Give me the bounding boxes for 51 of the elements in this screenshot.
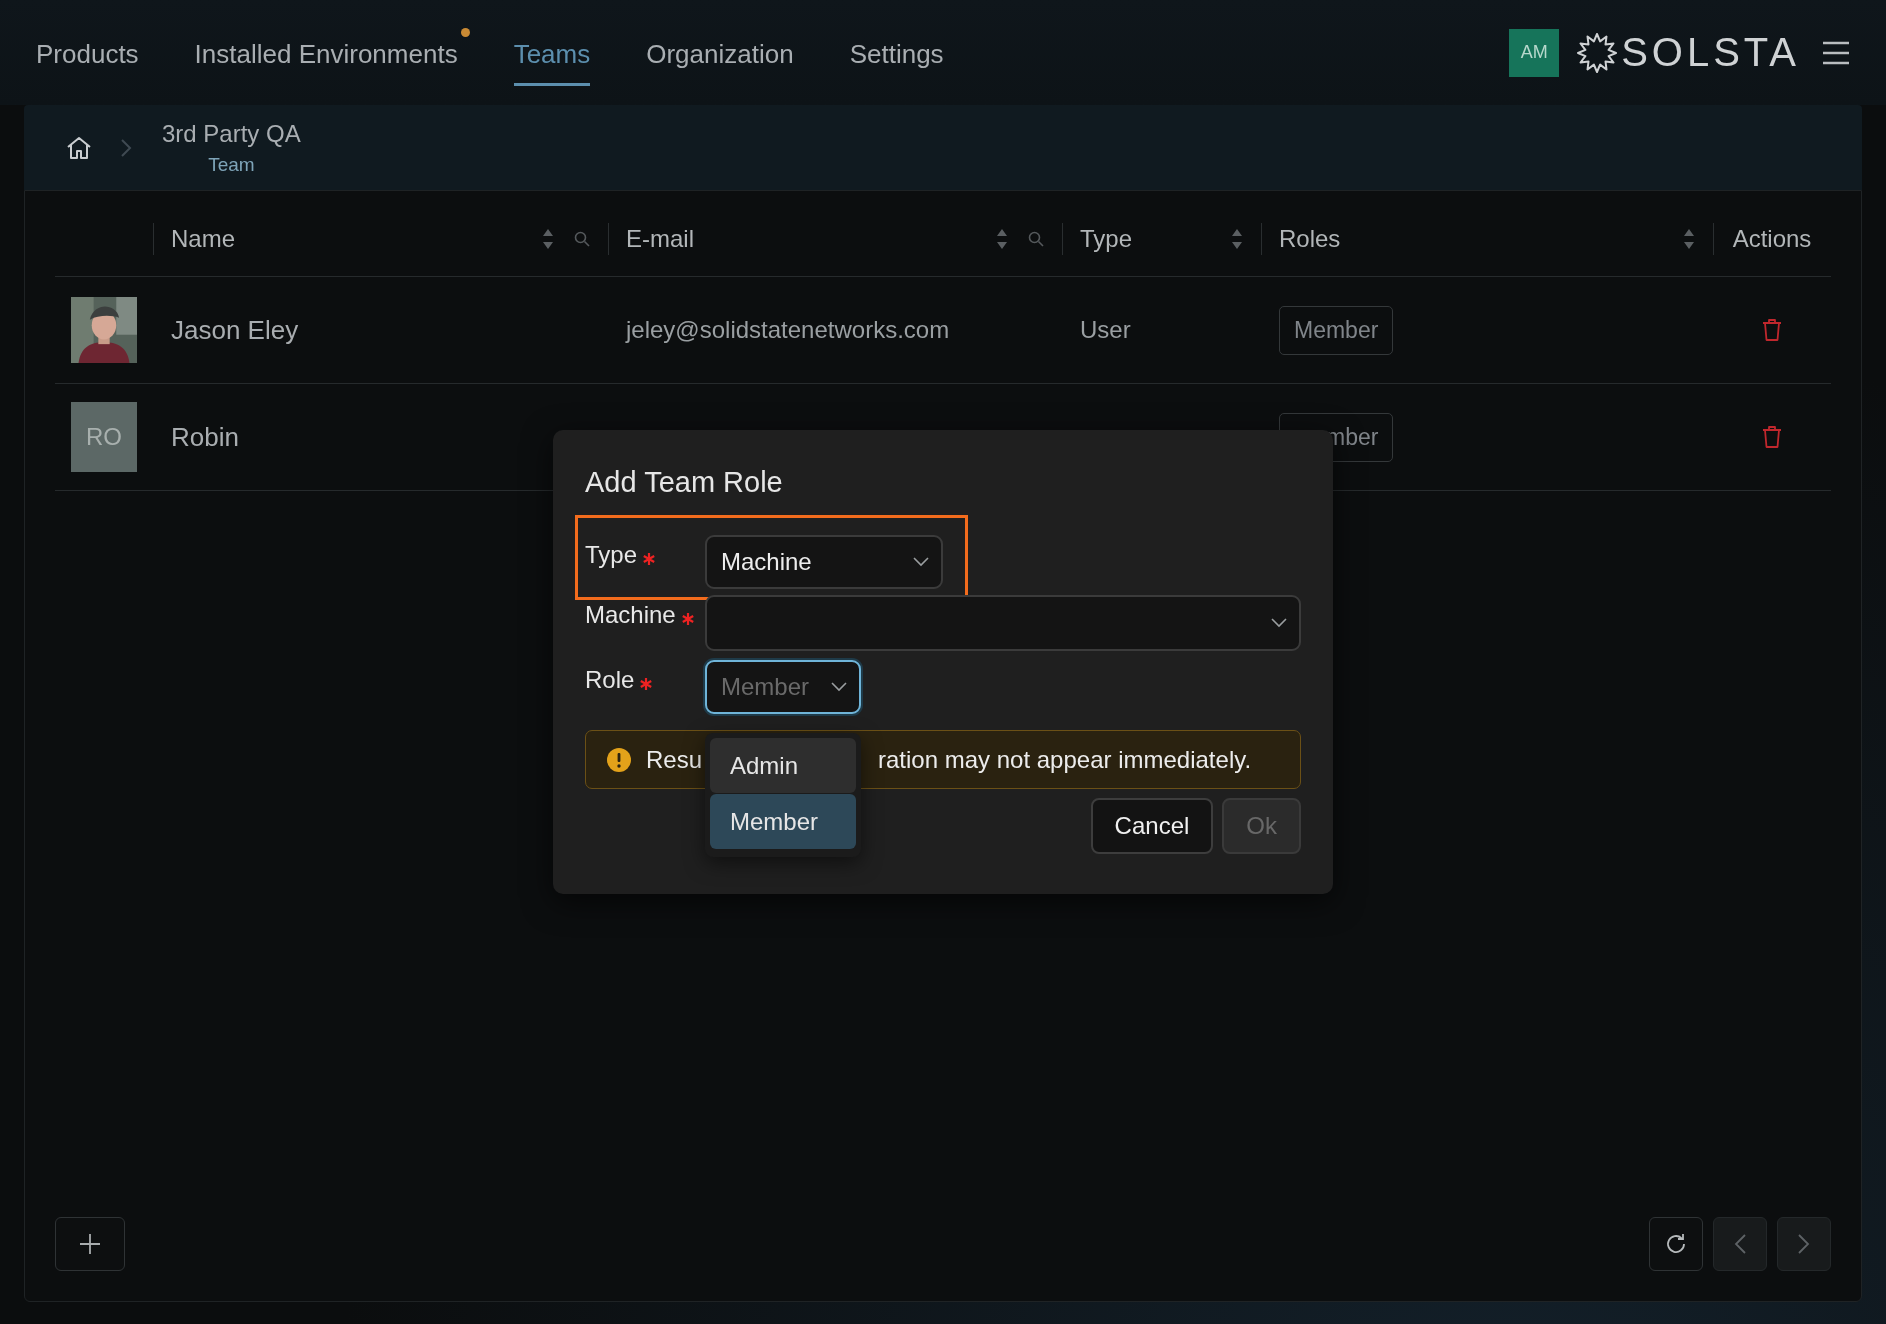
- sort-icon[interactable]: [1683, 227, 1695, 250]
- home-icon[interactable]: [66, 135, 92, 160]
- nav-tab[interactable]: Teams: [513, 0, 591, 105]
- dialog-title: Add Team Role: [585, 466, 784, 499]
- warning-icon: [606, 746, 632, 773]
- table-cell: Robin: [171, 421, 239, 453]
- refresh-icon: [1664, 1232, 1688, 1256]
- nav-tab[interactable]: Products: [36, 0, 139, 105]
- initials-avatar: RO: [71, 402, 137, 472]
- chevron-icon: [120, 137, 132, 158]
- search-icon[interactable]: [1028, 230, 1044, 247]
- dialog-button[interactable]: Cancel: [1090, 798, 1214, 854]
- search-icon[interactable]: [574, 230, 590, 247]
- dropdown-option[interactable]: Member: [710, 794, 856, 849]
- trash-icon[interactable]: [1762, 425, 1782, 449]
- sort-icon[interactable]: [1231, 227, 1243, 250]
- sort-icon[interactable]: [996, 227, 1008, 250]
- column-header: Actions: [1732, 224, 1812, 253]
- nav-tab[interactable]: Installed Environments: [194, 0, 458, 105]
- column-header: Type: [1080, 224, 1133, 253]
- chevron-left-icon: [1733, 1233, 1747, 1255]
- field-label: Machine: [585, 601, 676, 629]
- caret-icon: [1271, 618, 1287, 628]
- nav-tab[interactable]: Organization: [646, 0, 794, 105]
- field-label: Type: [585, 541, 638, 569]
- caret-icon: [831, 682, 848, 692]
- logo-text: SOLSTA: [1621, 30, 1800, 75]
- dropdown-option[interactable]: Admin: [710, 738, 856, 793]
- column-header: Name: [171, 224, 236, 253]
- plus-icon: [79, 1233, 101, 1255]
- menu-icon[interactable]: [1822, 40, 1850, 65]
- breadcrumb-title: 3rd Party QA: [162, 119, 301, 148]
- table-cell: User: [1080, 316, 1131, 344]
- breadcrumb-subtitle: Team: [208, 153, 255, 176]
- field-label: Role: [585, 666, 635, 694]
- user-avatar[interactable]: AM: [1509, 28, 1560, 77]
- add-button[interactable]: [55, 1217, 125, 1271]
- caret-icon: [913, 557, 929, 567]
- trash-icon[interactable]: [1762, 318, 1782, 342]
- table-cell: Jason Eley: [171, 314, 299, 346]
- refresh-button[interactable]: [1649, 1217, 1703, 1271]
- chevron-right-icon: [1797, 1233, 1811, 1255]
- column-header: Roles: [1279, 224, 1341, 253]
- column-header: E-mail: [626, 224, 694, 253]
- select-field[interactable]: Machine: [705, 535, 943, 589]
- nav-tab[interactable]: Settings: [849, 0, 944, 105]
- role-tag: Member: [1279, 305, 1394, 355]
- sort-icon[interactable]: [542, 227, 554, 250]
- select-field[interactable]: [705, 595, 1301, 651]
- sun-logo-icon: [1577, 32, 1618, 73]
- table-cell: jeley@solidstatenetworks.com: [626, 316, 950, 344]
